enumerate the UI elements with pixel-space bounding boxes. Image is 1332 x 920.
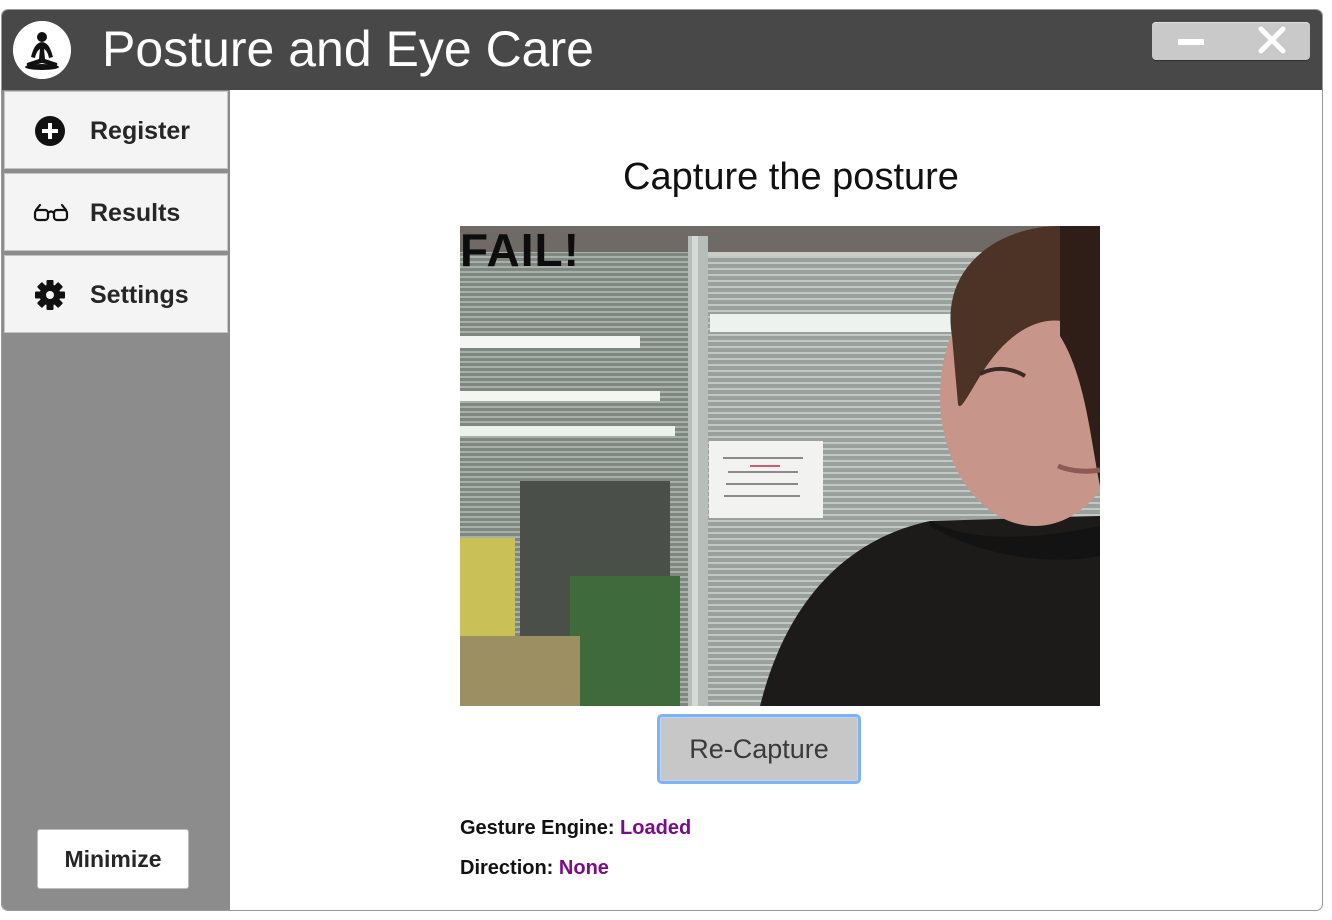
minimize-button[interactable]: Minimize — [37, 829, 189, 889]
main-content: Capture the posture FAIL! Re-Capture Ges… — [230, 90, 1322, 910]
close-icon — [1258, 26, 1286, 54]
app-title: Posture and Eye Care — [102, 21, 594, 77]
window-close-button[interactable] — [1244, 22, 1304, 60]
sidebar-item-label: Settings — [90, 281, 189, 309]
app-window: Posture and Eye Care Register Results Se… — [2, 10, 1322, 910]
capture-result-label: FAIL! — [460, 226, 580, 276]
camera-preview: FAIL! — [460, 226, 1100, 706]
direction-value: None — [558, 857, 609, 879]
meditation-logo-icon — [13, 21, 71, 79]
title-bar: Posture and Eye Care — [2, 10, 1322, 90]
webcam-image — [460, 226, 1100, 706]
direction-label: Direction: — [460, 857, 554, 879]
sidebar-item-label: Results — [90, 199, 181, 227]
sidebar-item-label: Register — [90, 117, 191, 145]
page-title: Capture the posture — [623, 156, 959, 198]
window-controls — [1152, 22, 1310, 60]
gesture-engine-label: Gesture Engine: — [460, 817, 615, 839]
glasses-icon — [33, 198, 69, 228]
direction-status: Direction: None — [460, 856, 609, 880]
sidebar-item-register[interactable]: Register — [4, 91, 228, 169]
recapture-button[interactable]: Re-Capture — [657, 714, 861, 784]
gear-icon — [33, 280, 69, 310]
sidebar-item-settings[interactable]: Settings — [4, 255, 228, 333]
gesture-engine-value: Loaded — [620, 817, 692, 839]
minus-icon — [1178, 39, 1204, 45]
sidebar: Register Results Settings Minimize — [2, 90, 230, 910]
sidebar-item-results[interactable]: Results — [4, 173, 228, 251]
window-minimize-button[interactable] — [1160, 22, 1220, 60]
gesture-engine-status: Gesture Engine: Loaded — [460, 816, 691, 840]
plus-circle-icon — [33, 116, 69, 146]
